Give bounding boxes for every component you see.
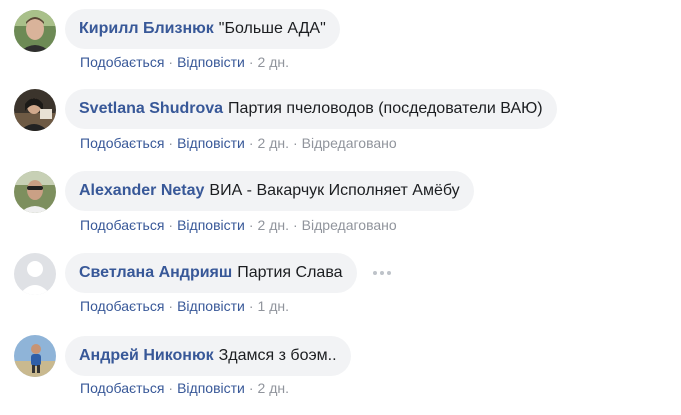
like-link[interactable]: Подобається bbox=[80, 298, 164, 314]
comment-actions: Подобається · Відповісти · 2 дн. bbox=[80, 54, 289, 70]
comment-text: ВИА - Вакарчук Исполняет Амёбу bbox=[209, 182, 460, 199]
reply-link[interactable]: Відповісти bbox=[177, 135, 245, 151]
like-link[interactable]: Подобається bbox=[80, 54, 164, 70]
comment-text: Партия Слава bbox=[237, 264, 343, 281]
separator: · bbox=[293, 135, 298, 151]
reply-link[interactable]: Відповісти bbox=[177, 298, 245, 314]
separator: · bbox=[168, 380, 174, 396]
comment-text: "Больше АДА" bbox=[218, 20, 326, 37]
more-dot bbox=[380, 271, 384, 275]
comment-author[interactable]: Андрей Никонюк bbox=[79, 347, 214, 365]
comment-bubble: Андрей Никонюк Здамся з боэм.. bbox=[65, 336, 351, 376]
comment-bubble: Кирилл Близнюк "Больше АДА" bbox=[65, 9, 340, 49]
separator: · bbox=[248, 298, 254, 314]
separator: · bbox=[248, 380, 254, 396]
like-link[interactable]: Подобається bbox=[80, 380, 164, 396]
comment-actions: Подобається · Відповісти · 2 дн. · Відредагова… bbox=[80, 217, 397, 233]
separator: · bbox=[248, 54, 254, 70]
avatar[interactable] bbox=[14, 10, 56, 52]
comment-text: Здамся з боэм.. bbox=[218, 347, 337, 364]
like-link[interactable]: Подобається bbox=[80, 217, 164, 233]
separator: · bbox=[168, 54, 174, 70]
comment-author[interactable]: Светлана Андрияш bbox=[79, 264, 232, 282]
timestamp[interactable]: 2 дн. bbox=[258, 217, 289, 233]
comment-item: Светлана Андрияш Партия Слава Подобаєтьс… bbox=[0, 252, 681, 332]
timestamp[interactable]: 2 дн. bbox=[258, 135, 289, 151]
like-link[interactable]: Подобається bbox=[80, 135, 164, 151]
comment-bubble: Светлана Андрияш Партия Слава bbox=[65, 253, 357, 293]
timestamp[interactable]: 1 дн. bbox=[258, 298, 289, 314]
more-dot bbox=[373, 271, 377, 275]
separator: · bbox=[168, 298, 174, 314]
comment-actions: Подобається · Відповісти · 1 дн. bbox=[80, 298, 289, 314]
comment-actions: Подобається · Відповісти · 2 дн. · Відредагова… bbox=[80, 135, 397, 151]
avatar[interactable] bbox=[14, 171, 56, 213]
separator: · bbox=[293, 217, 298, 233]
reply-link[interactable]: Відповісти bbox=[177, 54, 245, 70]
timestamp[interactable]: 2 дн. bbox=[258, 54, 289, 70]
separator: · bbox=[248, 135, 254, 151]
comment-bubble: Alexander Netay ВИА - Вакарчук Исполняет… bbox=[65, 171, 474, 211]
comment-bubble: Svetlana Shudrova Партия пчеловодов (пос… bbox=[65, 89, 557, 129]
edited-label[interactable]: Відредаговано bbox=[302, 135, 397, 151]
more-dot bbox=[387, 271, 391, 275]
edited-label[interactable]: Відредаговано bbox=[302, 217, 397, 233]
avatar[interactable] bbox=[14, 253, 56, 295]
comment-actions: Подобається · Відповісти · 2 дн. bbox=[80, 380, 289, 396]
comment-author[interactable]: Alexander Netay bbox=[79, 182, 204, 200]
comment-author[interactable]: Кирилл Близнюк bbox=[79, 20, 214, 38]
more-options-icon[interactable] bbox=[373, 266, 391, 280]
comment-author[interactable]: Svetlana Shudrova bbox=[79, 100, 223, 118]
comment-item: Андрей Никонюк Здамся з боэм.. Подобаєть… bbox=[0, 335, 681, 415]
separator: · bbox=[168, 217, 174, 233]
comment-item: Alexander Netay ВИА - Вакарчук Исполняет… bbox=[0, 171, 681, 251]
comment-item: Кирилл Близнюк "Больше АДА" Подобається ·… bbox=[0, 7, 681, 87]
separator: · bbox=[168, 135, 174, 151]
timestamp[interactable]: 2 дн. bbox=[258, 380, 289, 396]
avatar[interactable] bbox=[14, 89, 56, 131]
comment-item: Svetlana Shudrova Партия пчеловодов (пос… bbox=[0, 89, 681, 169]
comment-text: Партия пчеловодов (посдедователи ВАЮ) bbox=[228, 100, 543, 117]
reply-link[interactable]: Відповісти bbox=[177, 380, 245, 396]
reply-link[interactable]: Відповісти bbox=[177, 217, 245, 233]
avatar[interactable] bbox=[14, 335, 56, 377]
separator: · bbox=[248, 217, 254, 233]
